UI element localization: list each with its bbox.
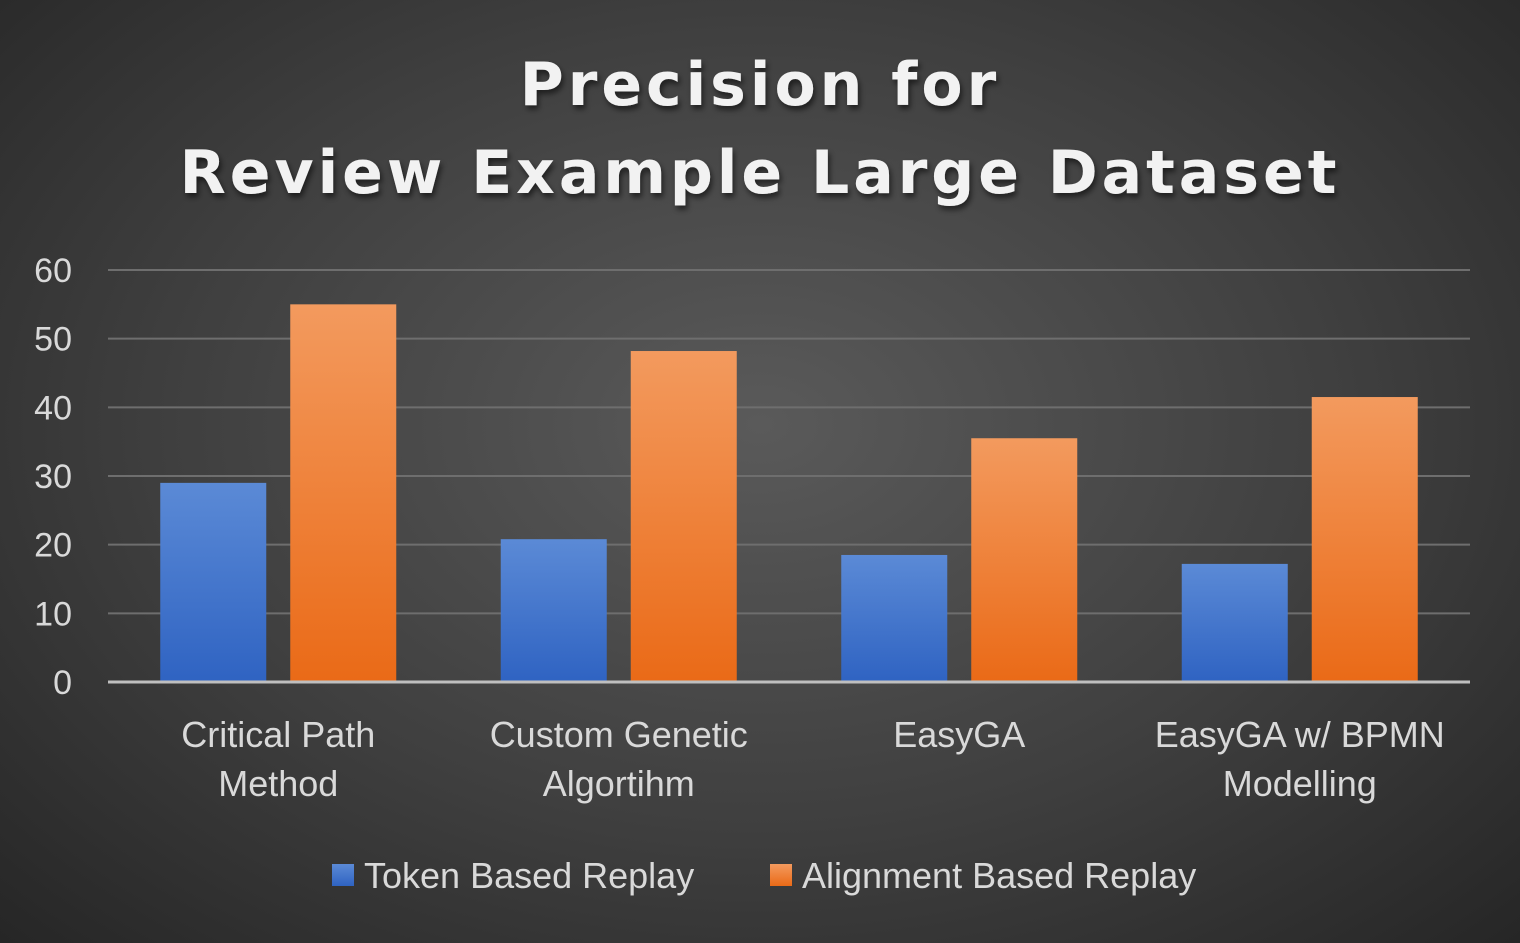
y-tick-label: 30: [34, 458, 72, 496]
bar-token-0: [160, 482, 267, 682]
y-axis-ticks: 0 10 20 30 40 50 60: [34, 252, 72, 702]
y-tick-label: 20: [34, 527, 72, 565]
x-category-label: Modelling: [1223, 763, 1377, 804]
legend-swatch: [770, 864, 792, 886]
y-tick-label: 60: [34, 252, 72, 290]
bar-token-1: [500, 539, 607, 682]
bar-token-2: [841, 554, 948, 682]
legend-swatch: [332, 864, 354, 886]
bar-alignment-3: [1311, 397, 1418, 682]
y-tick-label: 50: [34, 321, 72, 359]
legend-label: Alignment Based Replay: [802, 855, 1196, 896]
x-category-label: EasyGA w/ BPMN: [1155, 714, 1445, 755]
x-category-label: Critical Path: [181, 714, 375, 755]
bar-alignment-2: [971, 438, 1078, 682]
chart-title-line-2: Review Example Large Dataset: [180, 138, 1341, 208]
x-category-label: Algortihm: [543, 763, 695, 804]
bar-token-3: [1181, 563, 1288, 682]
chart-title-line-1: Precision for: [520, 50, 1000, 120]
bar-alignment-1: [630, 351, 737, 682]
y-tick-label: 40: [34, 389, 72, 427]
x-category-label: Custom Genetic: [490, 714, 748, 755]
bars: [160, 304, 1418, 682]
chart: Precision for Review Example Large Datas…: [34, 50, 1470, 896]
chart-title: Precision for Review Example Large Datas…: [180, 50, 1341, 208]
y-tick-label: 10: [34, 595, 72, 633]
x-axis-categories: Critical Path Method Custom Genetic Algorti…: [181, 714, 1445, 804]
y-tick-label: 0: [53, 664, 72, 702]
legend: Token Based Replay Alignment Based Replay: [332, 855, 1196, 896]
legend-label: Token Based Replay: [364, 855, 694, 896]
x-category-label: EasyGA: [893, 714, 1025, 755]
x-category-label: Method: [218, 763, 338, 804]
bar-alignment-0: [290, 304, 397, 682]
